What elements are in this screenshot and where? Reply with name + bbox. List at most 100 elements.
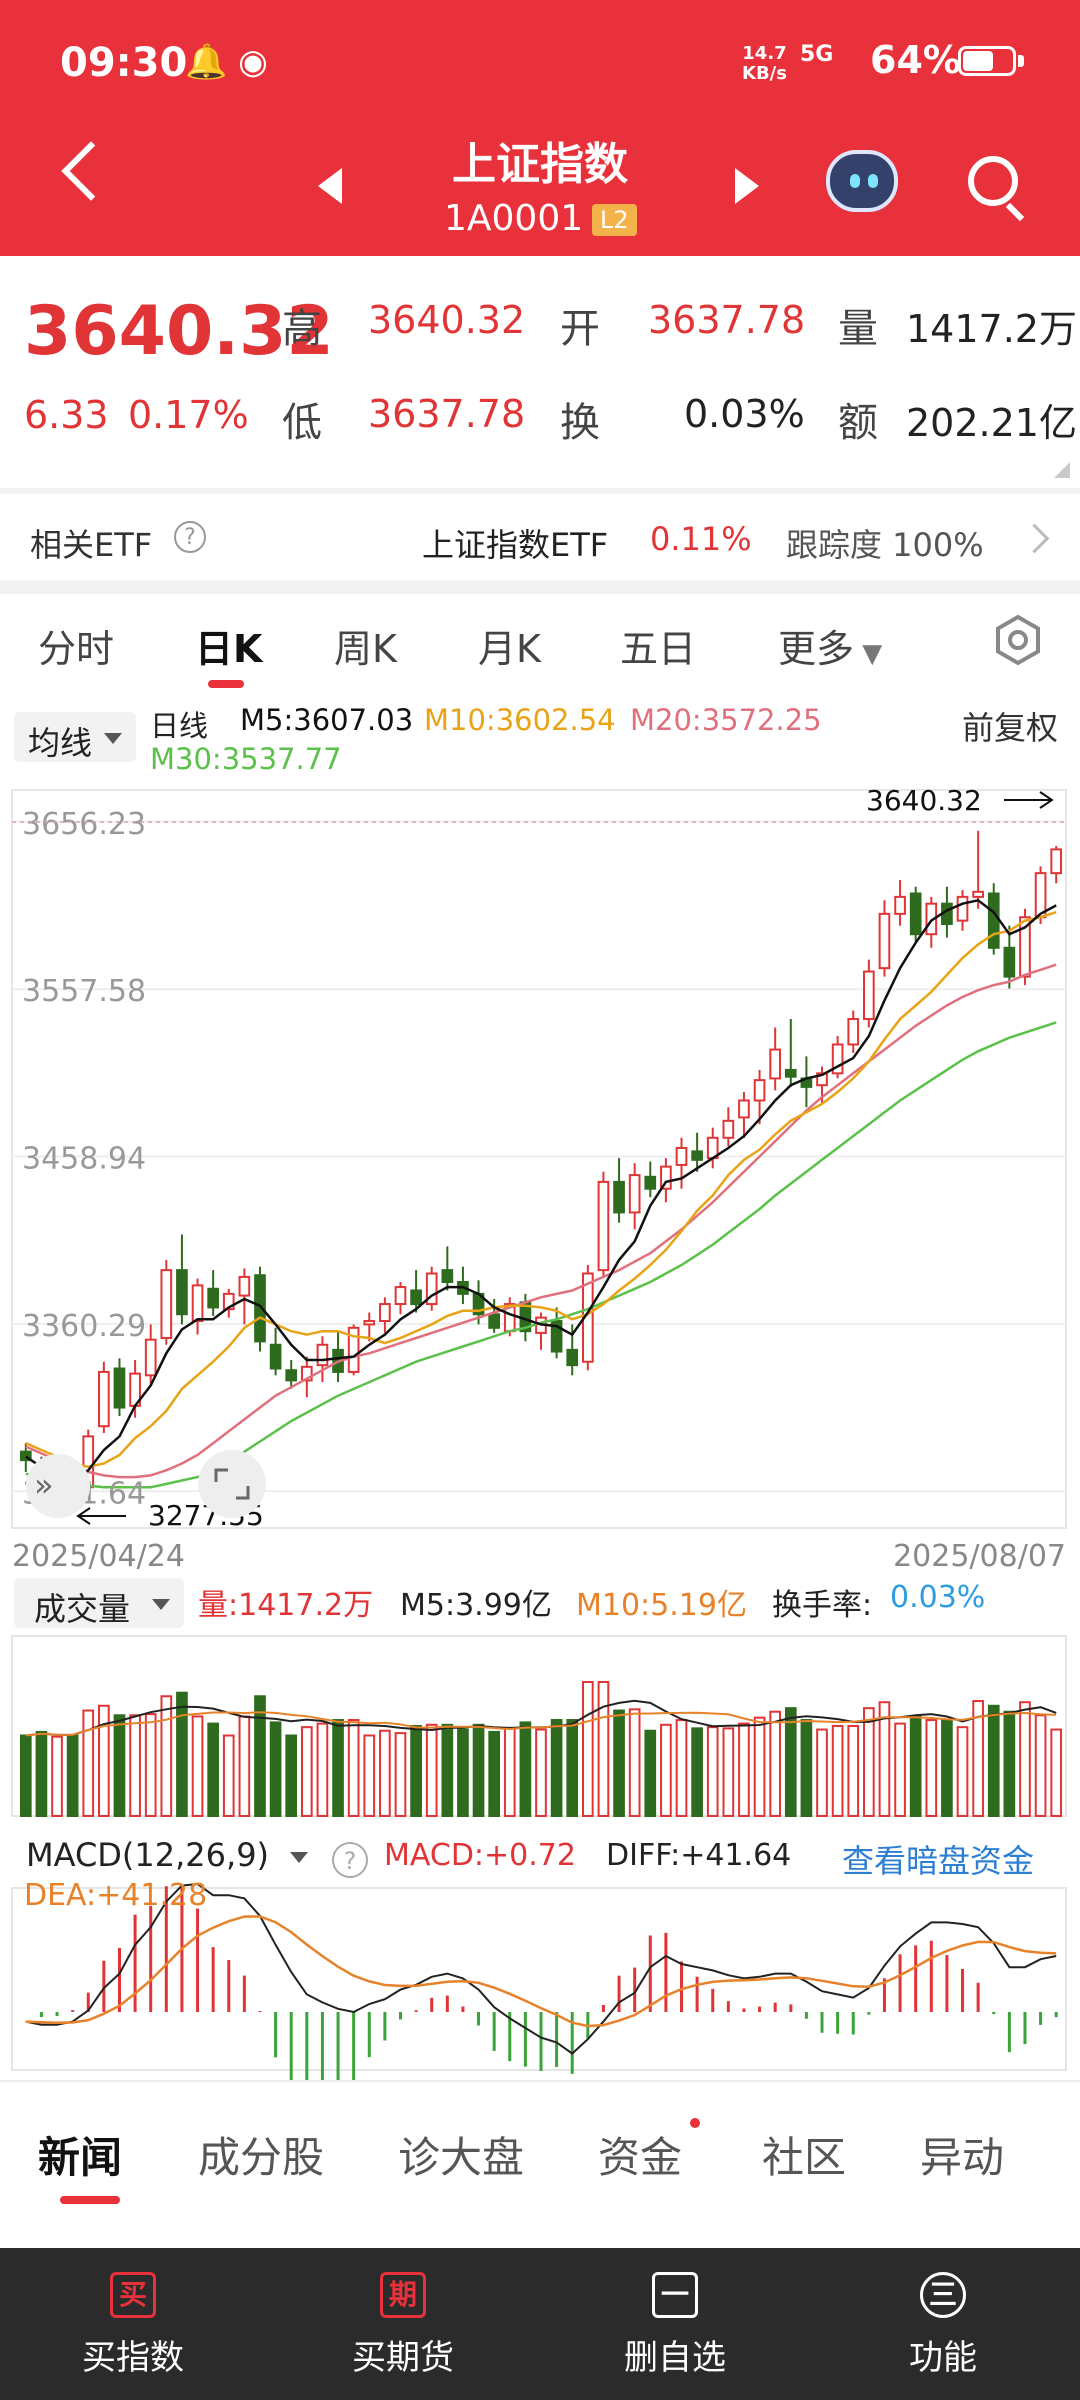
double-chevron-icon: » <box>34 1466 54 1504</box>
tab-five-day[interactable]: 五日 <box>620 618 696 673</box>
settings-icon[interactable] <box>992 614 1044 666</box>
open-label: 开 <box>560 306 600 352</box>
candle-body <box>144 1338 157 1377</box>
volume-bar <box>519 1721 532 1818</box>
high-value: 3640.32 <box>368 298 526 342</box>
ma20-value: M20:3572.25 <box>630 703 822 737</box>
volume-bar <box>535 1728 547 1818</box>
candle-body <box>191 1284 204 1323</box>
ma30-value: M30:3537.77 <box>150 742 342 776</box>
tab-movements[interactable]: 异动 <box>920 2124 1004 2185</box>
buy-index-button[interactable]: 买指数 <box>43 2330 223 2379</box>
volume-selector-label: 成交量 <box>34 1590 131 1628</box>
candle-body <box>410 1289 422 1306</box>
volume-bar <box>316 1722 329 1818</box>
help-icon[interactable]: ? <box>332 1842 368 1878</box>
y-axis-tick-label: 3656.23 <box>22 807 146 842</box>
volume-bar <box>706 1726 719 1817</box>
tab-weekly-k[interactable]: 周K <box>334 618 397 673</box>
net-speed-value: 14.7 <box>742 43 787 64</box>
ma20-line <box>25 963 1057 1479</box>
volume-bar <box>51 1735 63 1818</box>
forward-adjust-toggle[interactable]: 前复权 <box>962 703 1058 749</box>
volume-bar <box>863 1707 875 1817</box>
dark-pool-funds-link[interactable]: 查看暗盘资金 <box>842 1836 1034 1882</box>
help-icon[interactable]: ? <box>174 521 206 553</box>
net-speed-unit: KB/s <box>742 63 787 84</box>
active-tab-indicator <box>208 680 244 688</box>
macd-value: MACD:+0.72 <box>384 1838 576 1873</box>
robot-assistant-icon[interactable] <box>826 150 898 212</box>
candle-body <box>628 1174 641 1214</box>
volume-bar <box>113 1714 126 1817</box>
volume-bar <box>909 1715 922 1818</box>
volume-bar <box>35 1730 48 1817</box>
diff-value: DIFF:+41.64 <box>606 1838 792 1873</box>
remove-watchlist-button[interactable]: 删自选 <box>585 2330 765 2379</box>
volume-label: 量 <box>838 306 878 352</box>
candle-body <box>285 1369 298 1382</box>
volume-bar <box>410 1724 422 1817</box>
candle-body <box>394 1286 407 1306</box>
price-change: 6.33 <box>24 393 109 437</box>
candle-body <box>1003 946 1016 978</box>
volume-bar <box>144 1713 157 1817</box>
y-axis-tick-label: 3360.29 <box>22 1309 146 1344</box>
fullscreen-icon <box>198 1450 266 1518</box>
volume-bar <box>503 1727 516 1817</box>
ma30-line <box>25 1021 1057 1489</box>
tab-market-diagnosis[interactable]: 诊大盘 <box>398 2124 524 2185</box>
candle-body <box>987 892 1000 949</box>
candle-body <box>784 1068 797 1078</box>
volume-bar <box>222 1734 235 1818</box>
tab-community[interactable]: 社区 <box>762 2124 846 2185</box>
tab-monthly-k[interactable]: 月K <box>478 618 541 673</box>
volume-m10: M10:5.19亿 <box>576 1588 747 1623</box>
volume-bar <box>379 1729 391 1818</box>
candle-body <box>269 1343 282 1370</box>
volume-bar <box>894 1722 906 1818</box>
ma5-value: M5:3607.03 <box>240 703 414 737</box>
chevron-right-icon[interactable] <box>1019 523 1050 554</box>
ma10-line <box>25 911 1057 1469</box>
volume-bar <box>660 1723 672 1817</box>
expand-quote-icon[interactable] <box>1054 462 1070 478</box>
buy-futures-button[interactable]: 买期货 <box>313 2330 493 2379</box>
etf-name[interactable]: 上证指数ETF <box>422 520 608 566</box>
volume-bar <box>800 1719 813 1817</box>
tab-funds[interactable]: 资金 <box>598 2124 682 2185</box>
volume-bar <box>581 1681 594 1817</box>
volume-bar <box>1003 1710 1016 1817</box>
candle-body <box>909 892 922 936</box>
volume-bar <box>129 1714 141 1817</box>
volume-bar <box>784 1707 797 1817</box>
candle-body <box>113 1367 126 1409</box>
buy-futures-icon: 期 <box>380 2272 426 2318</box>
tab-components[interactable]: 成分股 <box>198 2124 324 2185</box>
tab-daily-k[interactable]: 日K <box>195 618 262 673</box>
candle-body <box>878 912 891 970</box>
volume-bar <box>1034 1714 1047 1817</box>
volume-bar <box>363 1734 376 1818</box>
tab-intraday[interactable]: 分时 <box>38 618 114 673</box>
volume-m5: M5:3.99亿 <box>400 1588 552 1623</box>
high-label: 高 <box>282 306 322 352</box>
search-icon[interactable] <box>968 156 1018 206</box>
candle-body <box>722 1119 735 1139</box>
function-button[interactable]: 功能 <box>853 2330 1033 2379</box>
dropdown-icon: ▼ <box>854 639 883 669</box>
volume-bar <box>207 1722 219 1818</box>
volume-bar <box>82 1709 95 1818</box>
chevron-down-icon <box>104 733 122 744</box>
volume-bar <box>488 1730 501 1817</box>
next-stock-button[interactable] <box>735 168 759 204</box>
tab-more[interactable]: 更多 ▼ <box>778 618 882 673</box>
tab-news[interactable]: 新闻 <box>38 2124 122 2185</box>
volume-bar <box>753 1716 766 1818</box>
volume-bar <box>191 1715 204 1818</box>
candle-body <box>441 1269 454 1284</box>
network-speed: 14.7 KB/s <box>742 44 787 84</box>
open-value: 3637.78 <box>648 298 806 342</box>
price-panel-frame <box>11 789 1067 1529</box>
macd-selector[interactable]: MACD(12,26,9) <box>26 1836 269 1874</box>
